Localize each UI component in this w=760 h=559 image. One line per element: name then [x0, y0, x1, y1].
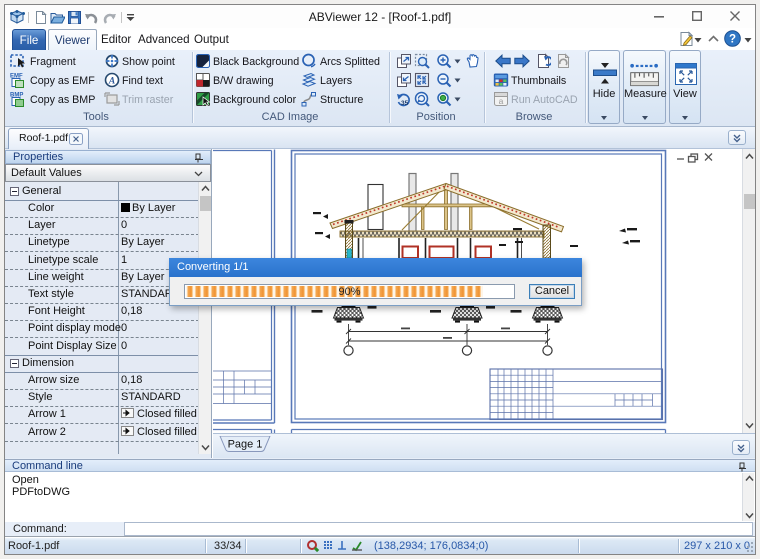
svg-text:A: A	[108, 77, 115, 87]
svg-text:35: 35	[401, 100, 409, 107]
svg-text:Page 1: Page 1	[228, 439, 263, 451]
svg-text:?: ?	[729, 34, 736, 46]
svg-text:a: a	[499, 96, 504, 106]
